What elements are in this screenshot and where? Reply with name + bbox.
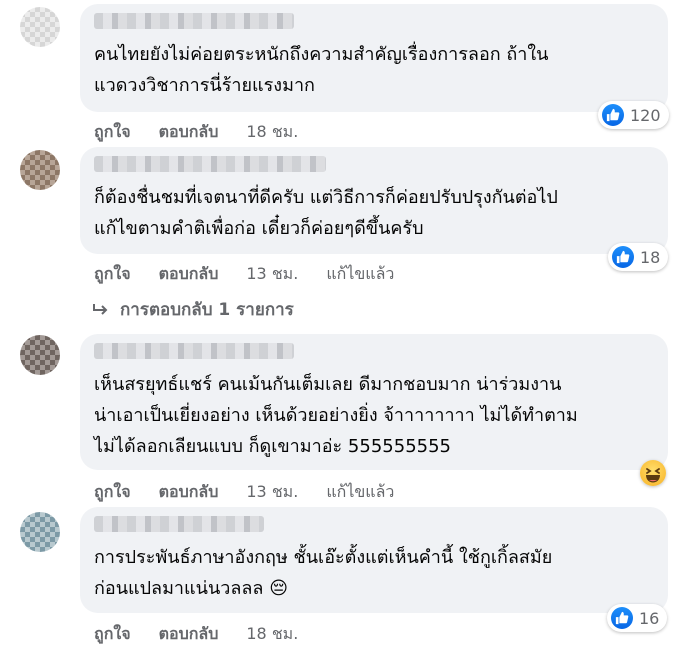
blurred-author-name[interactable] [94,156,326,172]
timestamp[interactable]: 18 ชม. [246,120,298,145]
like-thumb-icon [602,104,624,126]
comment-actions: ถูกใจ ตอบกลับ 13 ชม. แก้ไขแล้ว [94,480,394,505]
like-thumb-icon [612,246,634,268]
comment-text: การประพันธ์ภาษาอังกฤษ ชั้นเอ๊ะตั้งแต่เห็… [94,542,654,604]
comment-bubble: คนไทยยังไม่ค่อยตระหนักถึงความสำคัญเรื่อง… [80,4,668,112]
like-thumb-icon [611,607,633,629]
comment-bubble: ก็ต้องชื่นชมที่เจตนาที่ดีครับ แต่วิธีการ… [80,147,668,254]
like-link[interactable]: ถูกใจ [94,262,131,287]
blurred-author-name[interactable] [94,516,264,532]
haha-emoji-icon[interactable] [640,460,666,486]
comment-text: ก็ต้องชื่นชมที่เจตนาที่ดีครับ แต่วิธีการ… [94,187,558,239]
comment-text: เห็นสรยุทธ์แชร์ คนเม้นกันเต็มเลย ดีมากชอ… [94,374,578,457]
timestamp[interactable]: 18 ชม. [246,622,298,645]
reaction-summary[interactable]: 120 [598,101,669,129]
edited-label: แก้ไขแล้ว [326,482,395,501]
avatar[interactable] [20,512,60,552]
pensive-face-icon: 😔 [269,578,288,599]
reaction-count: 120 [630,105,661,125]
timestamp[interactable]: 13 ชม. [246,262,298,287]
reply-arrow-icon [93,303,108,315]
like-link[interactable]: ถูกใจ [94,120,131,145]
comment-text-body: การประพันธ์ภาษาอังกฤษ ชั้นเอ๊ะตั้งแต่เห็… [94,547,553,599]
reaction-summary[interactable]: 18 [608,243,669,271]
comment-actions: ถูกใจ ตอบกลับ 13 ชม. แก้ไขแล้ว [94,262,394,287]
reaction-summary[interactable]: 16 [607,604,668,632]
comment-thread: คนไทยยังไม่ค่อยตระหนักถึงความสำคัญเรื่อง… [0,0,700,645]
comment-actions: ถูกใจ ตอบกลับ 18 ชม. [94,120,326,145]
blurred-author-name[interactable] [94,343,294,359]
comment-text: คนไทยยังไม่ค่อยตระหนักถึงความสำคัญเรื่อง… [94,44,549,96]
timestamp[interactable]: 13 ชม. [246,480,298,505]
blurred-author-name[interactable] [94,13,294,29]
reply-link[interactable]: ตอบกลับ [159,120,219,145]
reaction-count: 16 [639,608,660,628]
like-link[interactable]: ถูกใจ [94,480,131,505]
avatar[interactable] [20,150,60,190]
edited-label: แก้ไขแล้ว [326,264,395,283]
comment-bubble: เห็นสรยุทธ์แชร์ คนเม้นกันเต็มเลย ดีมากชอ… [80,334,668,470]
reply-link[interactable]: ตอบกลับ [159,262,219,287]
like-link[interactable]: ถูกใจ [94,622,131,645]
view-replies-link[interactable]: การตอบกลับ 1 รายการ [92,296,294,323]
reply-link[interactable]: ตอบกลับ [159,480,219,505]
avatar[interactable] [20,335,60,375]
replies-count-label: การตอบกลับ 1 รายการ [120,300,294,320]
comment-bubble: การประพันธ์ภาษาอังกฤษ ชั้นเอ๊ะตั้งแต่เห็… [80,507,668,613]
comment-actions: ถูกใจ ตอบกลับ 18 ชม. [94,622,326,645]
reaction-count: 18 [640,247,661,267]
avatar[interactable] [20,7,60,47]
reply-link[interactable]: ตอบกลับ [159,622,219,645]
